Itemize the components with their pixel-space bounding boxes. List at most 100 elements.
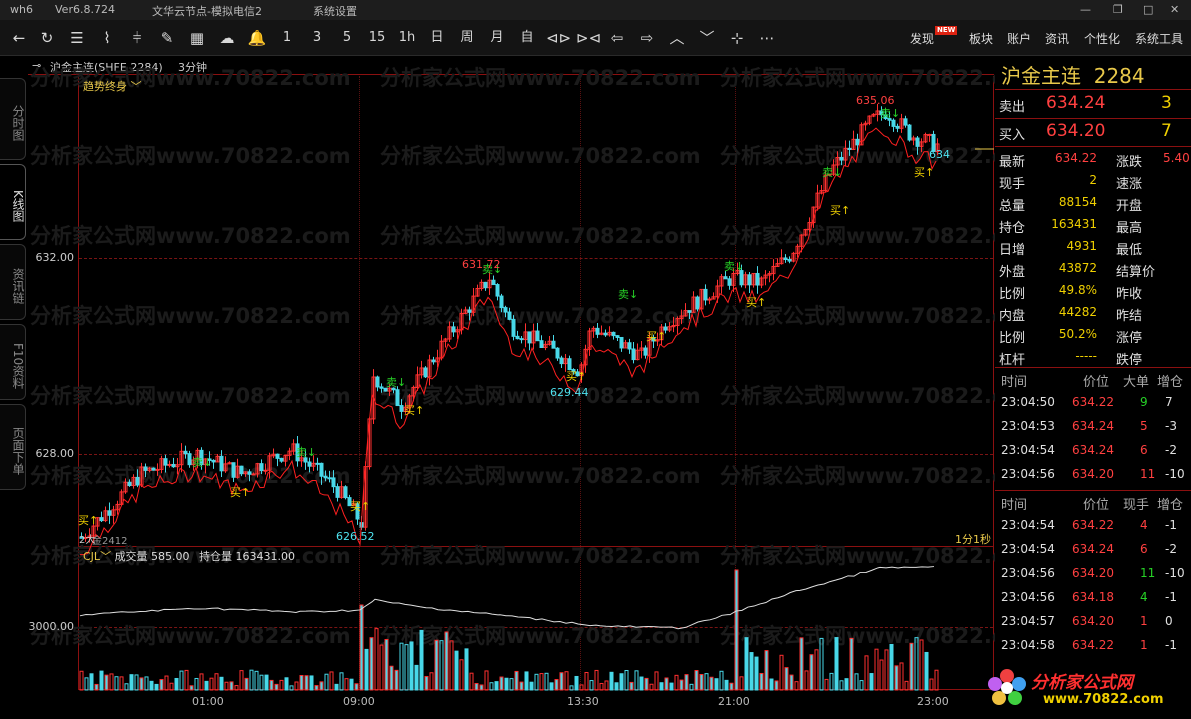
volume-bar — [899, 662, 904, 691]
table-row[interactable]: 23:04:58 634.22 1 -1 — [997, 635, 1189, 657]
candle — [143, 466, 148, 471]
table-row[interactable]: 23:04:54 634.24 6 -2 — [997, 539, 1189, 561]
volume-bar — [574, 675, 579, 691]
quote-label: 最新 — [999, 155, 1026, 170]
quote-row: 现手 2 速涨 — [997, 170, 1189, 192]
volume-bar — [829, 672, 834, 691]
table-row[interactable]: 23:04:54 634.22 4 -1 — [997, 515, 1189, 537]
sub-indicator-name[interactable]: CJL — [83, 550, 100, 563]
volume-bar — [109, 673, 114, 691]
table-row[interactable]: 23:04:56 634.18 4 -1 — [997, 587, 1189, 609]
price-cell: 634.22 — [1072, 395, 1114, 409]
volume-bar — [454, 650, 459, 691]
volume-bar — [299, 675, 304, 691]
buy-signal: 买↑ — [746, 296, 766, 309]
label-635-06: 635.06 — [856, 94, 895, 107]
sub-indicator-bar: CJL﹀ 成交量 585.00 持仓量 163431.00 — [83, 548, 295, 564]
quote-code: 2284 — [1093, 64, 1145, 88]
candle — [379, 386, 384, 389]
quote-value: 163431 — [1051, 217, 1097, 231]
chevron-down-icon[interactable]: ﹀ — [100, 550, 115, 563]
candle — [211, 459, 216, 463]
volume-bar — [834, 637, 839, 691]
volume-cell: 6 — [1140, 443, 1148, 457]
time-cell: 23:04:54 — [1001, 542, 1055, 556]
quote-row: 最新 634.22 涨跌 5.40 — [997, 148, 1190, 170]
volume-bar — [464, 648, 469, 691]
candle — [399, 405, 404, 412]
table-row[interactable]: 23:04:50 634.22 9 7 — [997, 392, 1189, 414]
time-cell: 23:04:54 — [1001, 443, 1055, 457]
time-cell: 23:04:58 — [1001, 638, 1055, 652]
candle — [643, 347, 648, 356]
oi-change-cell: 0 — [1165, 614, 1173, 628]
quote-title: 沪金主连 2284 — [1001, 60, 1145, 89]
candle — [163, 458, 168, 466]
volume-bar — [114, 676, 119, 691]
candle — [707, 298, 712, 301]
table-row[interactable]: 23:04:57 634.20 1 0 — [997, 611, 1189, 633]
table-row[interactable]: 23:04:53 634.24 5 -3 — [997, 416, 1189, 438]
volume-bar — [384, 638, 389, 691]
volume-cell: 5 — [1140, 419, 1148, 433]
indicator-dropdown[interactable]: 趋势终身 ﹀ — [83, 78, 142, 94]
volume-bar — [379, 644, 384, 691]
candle — [307, 461, 312, 467]
contract-note: 金2412 — [92, 536, 128, 547]
candle — [483, 281, 488, 289]
volume-bar — [469, 672, 474, 691]
volume-bar — [314, 685, 319, 691]
candle — [567, 358, 572, 371]
quote-label: 现手 — [999, 177, 1026, 192]
volume-bar — [609, 671, 614, 691]
volume-bar — [559, 672, 564, 691]
candle — [327, 477, 332, 480]
candle — [151, 467, 156, 471]
volume-bar — [389, 665, 394, 691]
volume-bar — [744, 637, 749, 691]
volume-bar — [159, 679, 164, 691]
volume-bar — [414, 664, 419, 691]
volume-bar — [439, 640, 444, 691]
volume-bar — [149, 680, 154, 691]
volume-bar — [839, 680, 844, 691]
volume-bar — [134, 674, 139, 691]
volume-bar — [244, 677, 249, 691]
volume-bar — [194, 677, 199, 691]
table-row[interactable]: 23:04:56 634.20 11 -10 — [997, 464, 1189, 486]
volume-bar — [784, 667, 789, 691]
candle — [603, 332, 608, 336]
candle — [631, 348, 636, 361]
volume-bar — [844, 678, 849, 691]
volume-bar — [924, 651, 929, 691]
table-row[interactable]: 23:04:54 634.24 6 -2 — [997, 440, 1189, 462]
oi-value: 持仓量 163431.00 — [199, 550, 296, 563]
volume-bar — [184, 669, 189, 691]
volume-bar — [819, 637, 824, 691]
volume-bar — [304, 675, 309, 691]
volume-bar — [709, 676, 714, 691]
volume-bar — [869, 673, 874, 691]
candle — [555, 347, 560, 359]
quote-label: 持仓 — [999, 221, 1026, 236]
volume-bar — [814, 649, 819, 691]
volume-cell: 1 — [1140, 638, 1148, 652]
candle — [787, 259, 792, 262]
candle — [855, 138, 860, 146]
table-row[interactable]: 23:04:56 634.20 11 -10 — [997, 563, 1189, 585]
volume-bar — [339, 672, 344, 691]
oi-change-cell: -10 — [1165, 566, 1185, 580]
candle — [231, 462, 236, 478]
volume-bar — [474, 683, 479, 691]
volume-cell: 11 — [1140, 467, 1156, 481]
sell-signal: 卖↓ — [724, 260, 744, 273]
volume-bar — [514, 670, 519, 691]
volume-bar — [129, 674, 134, 691]
time-cell: 23:04:57 — [1001, 614, 1055, 628]
quote-label-2: 开盘 — [1116, 199, 1143, 214]
candle — [423, 367, 428, 378]
volume-bar — [329, 671, 334, 691]
ask-volume: 3 — [1161, 93, 1172, 113]
volume-bar — [589, 680, 594, 691]
candle — [395, 389, 400, 407]
